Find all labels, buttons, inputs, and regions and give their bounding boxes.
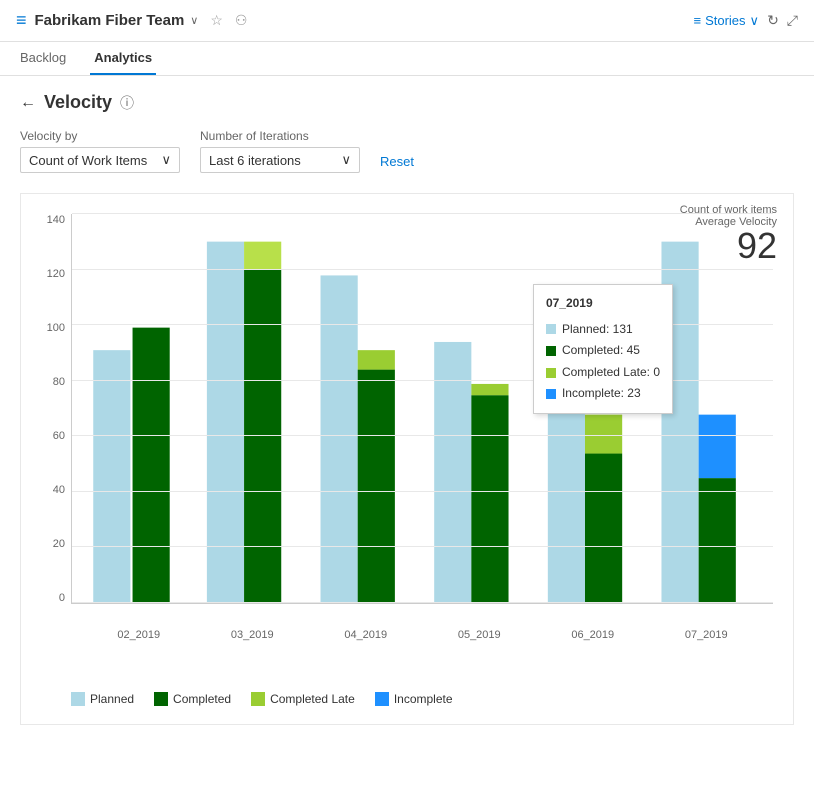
tooltip-completed-late-color: [546, 368, 556, 378]
legend-completed-color: [154, 692, 168, 706]
y-label-0: 0: [59, 592, 65, 604]
legend-incomplete: Incomplete: [375, 692, 453, 706]
help-button[interactable]: ⓘ: [120, 93, 134, 113]
back-button[interactable]: ←: [20, 94, 36, 112]
stories-icon: ≡: [693, 13, 701, 28]
legend-planned-label: Planned: [90, 692, 134, 706]
refresh-button[interactable]: ↻: [767, 12, 779, 29]
velocity-by-select[interactable]: Count of Work Items ∨: [20, 147, 180, 173]
favorite-icon[interactable]: ☆: [210, 12, 223, 29]
velocity-by-value: Count of Work Items: [29, 153, 147, 168]
velocity-by-chevron-icon: ∨: [161, 152, 171, 168]
x-label-07-2019: 07_2019: [685, 629, 728, 641]
tab-backlog[interactable]: Backlog: [16, 42, 70, 75]
iterations-select[interactable]: Last 6 iterations ∨: [200, 147, 360, 173]
velocity-by-filter: Velocity by Count of Work Items ∨: [20, 129, 180, 173]
nav-tabs: Backlog Analytics: [0, 42, 814, 76]
chart-container: Count of work items Average Velocity 92 …: [20, 193, 794, 725]
y-label-60: 60: [53, 430, 65, 442]
legend-completed: Completed: [154, 692, 231, 706]
tooltip-incomplete: Incomplete: 23: [546, 383, 660, 405]
y-label-100: 100: [47, 322, 65, 334]
tooltip-incomplete-label: Incomplete: 23: [562, 383, 641, 405]
legend-incomplete-color: [375, 692, 389, 706]
stories-button[interactable]: ≡ Stories ∨: [693, 13, 759, 29]
chart-legend: Planned Completed Completed Late Incompl…: [21, 684, 793, 714]
header-actions: ≡ Stories ∨ ↻ ⤢: [693, 12, 798, 29]
chart-tooltip: 07_2019 Planned: 131 Completed: 45 Compl…: [533, 284, 673, 414]
tooltip-planned-label: Planned: 131: [562, 319, 633, 341]
tooltip-completed-late-label: Completed Late: 0: [562, 362, 660, 384]
stories-label: Stories: [705, 13, 745, 28]
tooltip-completed: Completed: 45: [546, 340, 660, 362]
y-label-80: 80: [53, 376, 65, 388]
legend-incomplete-label: Incomplete: [394, 692, 453, 706]
y-label-120: 120: [47, 268, 65, 280]
velocity-by-label: Velocity by: [20, 129, 180, 143]
tooltip-completed-color: [546, 346, 556, 356]
legend-completed-late-label: Completed Late: [270, 692, 355, 706]
x-label-04-2019: 04_2019: [344, 629, 387, 641]
tooltip-planned: Planned: 131: [546, 319, 660, 341]
page-header: ← Velocity ⓘ: [20, 92, 794, 113]
x-label-06-2019: 06_2019: [571, 629, 614, 641]
legend-completed-label: Completed: [173, 692, 231, 706]
iterations-filter: Number of Iterations Last 6 iterations ∨: [200, 129, 360, 173]
x-label-02-2019: 02_2019: [117, 629, 160, 641]
tooltip-incomplete-color: [546, 389, 556, 399]
tooltip-completed-label: Completed: 45: [562, 340, 640, 362]
legend-planned-color: [71, 692, 85, 706]
header: ≡ Fabrikam Fiber Team ∨ ☆ ⚇ ≡ Stories ∨ …: [0, 0, 814, 42]
expand-button[interactable]: ⤢: [787, 12, 798, 29]
content: ← Velocity ⓘ Velocity by Count of Work I…: [0, 76, 814, 741]
tooltip-completed-late: Completed Late: 0: [546, 362, 660, 384]
app-icon: ≡: [16, 10, 27, 31]
team-chevron-icon[interactable]: ∨: [190, 14, 198, 27]
x-label-03-2019: 03_2019: [231, 629, 274, 641]
stories-chevron-icon: ∨: [750, 13, 760, 29]
legend-planned: Planned: [71, 692, 134, 706]
team-name: Fabrikam Fiber Team: [35, 12, 185, 29]
x-label-05-2019: 05_2019: [458, 629, 501, 641]
y-label-20: 20: [53, 538, 65, 550]
legend-completed-late-color: [251, 692, 265, 706]
team-members-icon[interactable]: ⚇: [235, 12, 248, 29]
chart-area: 140 120 100 80 60 40 20 0: [21, 204, 793, 654]
tab-analytics[interactable]: Analytics: [90, 42, 156, 75]
iterations-label: Number of Iterations: [200, 129, 360, 143]
tooltip-title: 07_2019: [546, 293, 660, 315]
reset-button[interactable]: Reset: [380, 150, 414, 173]
tooltip-planned-color: [546, 324, 556, 334]
filters: Velocity by Count of Work Items ∨ Number…: [20, 129, 794, 173]
y-label-140: 140: [47, 214, 65, 226]
page-title: Velocity: [44, 92, 112, 113]
iterations-chevron-icon: ∨: [341, 152, 351, 168]
y-label-40: 40: [53, 484, 65, 496]
y-axis: 140 120 100 80 60 40 20 0: [21, 214, 71, 604]
legend-completed-late: Completed Late: [251, 692, 355, 706]
iterations-value: Last 6 iterations: [209, 153, 301, 168]
